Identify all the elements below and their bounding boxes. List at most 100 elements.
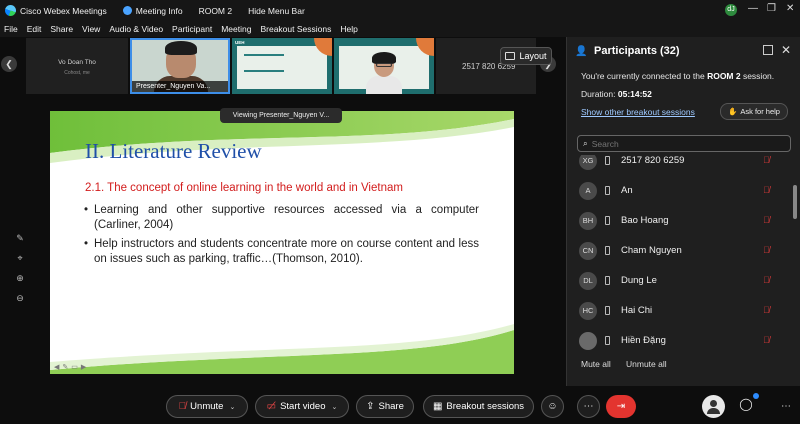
layout-label: Layout bbox=[519, 51, 547, 61]
participant-name: Hiền Đặng bbox=[621, 335, 666, 346]
participant-row[interactable]: A An 🎙̸ bbox=[567, 177, 793, 205]
menu-breakout-sessions[interactable]: Breakout Sessions bbox=[260, 24, 331, 34]
pop-out-icon[interactable] bbox=[763, 45, 773, 55]
close-panel-icon[interactable]: ✕ bbox=[781, 43, 791, 57]
phone-icon bbox=[605, 306, 610, 315]
participant-row[interactable]: CN Cham Nguyen 🎙̸ bbox=[567, 237, 793, 265]
user-status-avatar[interactable]: dJ bbox=[725, 4, 737, 16]
phone-icon bbox=[605, 186, 610, 195]
info-icon bbox=[122, 6, 132, 15]
muted-mic-icon[interactable]: 🎙̸ bbox=[763, 155, 770, 165]
webex-logo-icon bbox=[5, 5, 16, 16]
layout-icon bbox=[505, 52, 516, 60]
participant-list: XG 2517 820 6259 🎙̸ A An 🎙̸ BH Bao Hoang… bbox=[567, 155, 793, 365]
shared-slide: II. Literature Review 2.1. The concept o… bbox=[50, 111, 514, 374]
mute-all-button[interactable]: Mute all bbox=[581, 359, 611, 369]
end-meeting-button[interactable]: ⇥ bbox=[606, 395, 636, 418]
participants-icon: 👤 bbox=[575, 45, 588, 57]
participant-row[interactable]: Hiền Đặng 🎙̸ bbox=[567, 327, 793, 355]
participants-toggle-icon[interactable] bbox=[702, 395, 725, 418]
unmute-all-button[interactable]: Unmute all bbox=[626, 359, 667, 369]
tile-role: Cohost, me bbox=[64, 70, 90, 76]
unmute-label: Unmute bbox=[190, 401, 224, 412]
participant-row[interactable]: XG 2517 820 6259 🎙̸ bbox=[567, 155, 793, 175]
avatar: HC bbox=[579, 302, 597, 320]
participant-row[interactable]: BH Bao Hoang 🎙̸ bbox=[567, 207, 793, 235]
muted-mic-icon[interactable]: 🎙̸ bbox=[763, 245, 770, 255]
video-tile-presenter[interactable]: Presenter_Nguyen Va... bbox=[130, 38, 230, 94]
menu-audio-video[interactable]: Audio & Video bbox=[109, 24, 163, 34]
participant-scrollbar[interactable] bbox=[793, 157, 798, 363]
video-strip: ❮ Vo Doan Tho Cohost, me Presenter_Nguye… bbox=[0, 37, 558, 95]
ask-for-help-button[interactable]: ✋ Ask for help bbox=[720, 103, 788, 120]
thumb-title: UEH bbox=[235, 40, 245, 45]
zoom-in-icon[interactable]: ⊕ bbox=[14, 272, 26, 284]
participant-row[interactable]: HC Hai Chi 🎙̸ bbox=[567, 297, 793, 325]
participants-panel: 👤 Participants (32) ✕ You're currently c… bbox=[566, 37, 800, 386]
chevron-down-icon[interactable]: ⌄ bbox=[229, 403, 235, 411]
phone-icon bbox=[605, 336, 610, 345]
minimize-icon[interactable]: — bbox=[748, 3, 758, 14]
muted-mic-icon[interactable]: 🎙̸ bbox=[763, 185, 770, 195]
session-room: ROOM 2 bbox=[707, 71, 741, 81]
menu-file[interactable]: File bbox=[4, 24, 18, 34]
panel-header: 👤 Participants (32) ✕ bbox=[567, 37, 800, 65]
tile-name: Vo Doan Tho bbox=[58, 59, 96, 66]
participant-row[interactable]: DL Dung Le 🎙̸ bbox=[567, 267, 793, 295]
breakout-sessions-button[interactable]: ▦ Breakout sessions bbox=[423, 395, 534, 418]
muted-mic-icon[interactable]: 🎙̸ bbox=[763, 335, 770, 345]
tile-name: Presenter_Nguyen Va... bbox=[132, 81, 228, 92]
menu-share[interactable]: Share bbox=[50, 24, 73, 34]
more-panels-icon[interactable]: ⋯ bbox=[776, 395, 796, 418]
avatar: BH bbox=[579, 212, 597, 230]
session-message: You're currently connected to the ROOM 2… bbox=[581, 71, 796, 82]
hide-menu-bar-button[interactable]: Hide Menu Bar bbox=[248, 6, 305, 16]
more-options-icon[interactable]: ⋯ bbox=[577, 395, 600, 418]
scrollbar-thumb[interactable] bbox=[793, 185, 797, 219]
search-input[interactable] bbox=[591, 138, 772, 149]
phone-icon bbox=[605, 156, 610, 165]
muted-mic-icon[interactable]: 🎙̸ bbox=[763, 305, 770, 315]
slide-title: II. Literature Review bbox=[85, 139, 262, 163]
show-other-sessions-link[interactable]: Show other breakout sessions bbox=[581, 107, 695, 117]
participant-name: Dung Le bbox=[621, 275, 657, 286]
menu-help[interactable]: Help bbox=[340, 24, 357, 34]
menu-meeting[interactable]: Meeting bbox=[221, 24, 251, 34]
video-tile-self[interactable]: Vo Doan Tho Cohost, me bbox=[26, 38, 128, 94]
chevron-down-icon[interactable]: ⌄ bbox=[332, 403, 338, 411]
layout-button[interactable]: Layout bbox=[500, 47, 552, 65]
start-video-button[interactable]: ▭̸ Start video ⌄ bbox=[255, 395, 349, 418]
maximize-icon[interactable]: ❐ bbox=[767, 3, 776, 14]
menu-bar: File Edit Share View Audio & Video Parti… bbox=[0, 21, 800, 37]
meeting-info-button[interactable]: Meeting Info bbox=[122, 5, 183, 16]
menu-participant[interactable]: Participant bbox=[172, 24, 212, 34]
menu-edit[interactable]: Edit bbox=[27, 24, 42, 34]
reactions-icon[interactable]: ☺ bbox=[541, 395, 564, 418]
participant-name: Bao Hoang bbox=[621, 215, 669, 226]
video-tile-slide-thumb[interactable]: UEH bbox=[232, 38, 332, 94]
muted-mic-icon[interactable]: 🎙̸ bbox=[763, 275, 770, 285]
avatar: CN bbox=[579, 242, 597, 260]
video-tile-participant[interactable] bbox=[334, 38, 434, 94]
muted-mic-icon[interactable]: 🎙̸ bbox=[763, 215, 770, 225]
slide-nav-icons[interactable]: ◀✎▭▶ bbox=[54, 363, 89, 371]
menu-view[interactable]: View bbox=[82, 24, 100, 34]
viewing-banner[interactable]: Viewing Presenter_Nguyen V... bbox=[220, 108, 342, 123]
unmute-button[interactable]: 🎙̸ Unmute ⌄ bbox=[166, 395, 248, 418]
participant-name: Hai Chi bbox=[621, 305, 653, 316]
pointer-icon[interactable]: ⌖ bbox=[14, 252, 26, 264]
share-button[interactable]: ⇪ Share bbox=[356, 395, 414, 418]
meeting-info-label: Meeting Info bbox=[135, 5, 183, 16]
phone-icon bbox=[605, 216, 610, 225]
slide-bullet: Help instructors and students concentrat… bbox=[84, 237, 479, 267]
zoom-out-icon[interactable]: ⊖ bbox=[14, 292, 26, 304]
participant-search[interactable]: ⌕ bbox=[577, 135, 791, 152]
duration-label: Duration: bbox=[581, 89, 618, 99]
strip-prev-icon[interactable]: ❮ bbox=[1, 56, 17, 72]
duration-value: 05:14:52 bbox=[617, 89, 652, 99]
chat-icon[interactable]: ◯ bbox=[736, 397, 756, 415]
hand-icon: ✋ bbox=[728, 107, 738, 116]
annotate-icon[interactable]: ✎ bbox=[14, 232, 26, 244]
participant-name: Cham Nguyen bbox=[621, 245, 682, 256]
close-window-icon[interactable]: ✕ bbox=[786, 3, 794, 14]
